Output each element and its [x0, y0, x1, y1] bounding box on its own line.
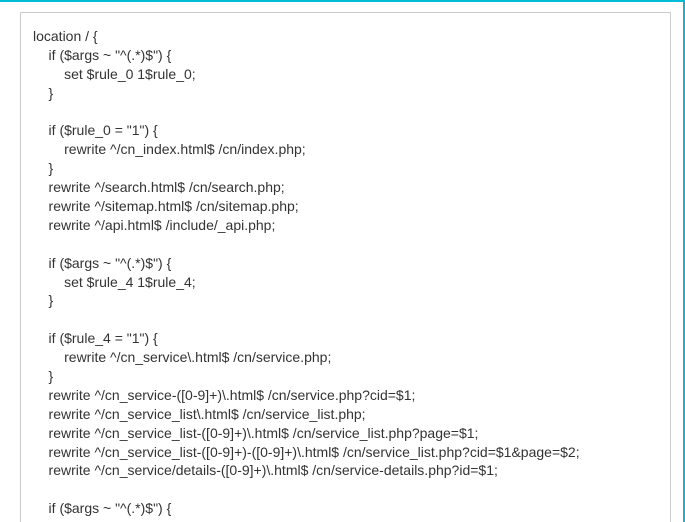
code-box: location / { if ($args ~ "^(.*)$") { set… — [20, 12, 671, 522]
code-block: location / { if ($args ~ "^(.*)$") { set… — [33, 27, 658, 522]
